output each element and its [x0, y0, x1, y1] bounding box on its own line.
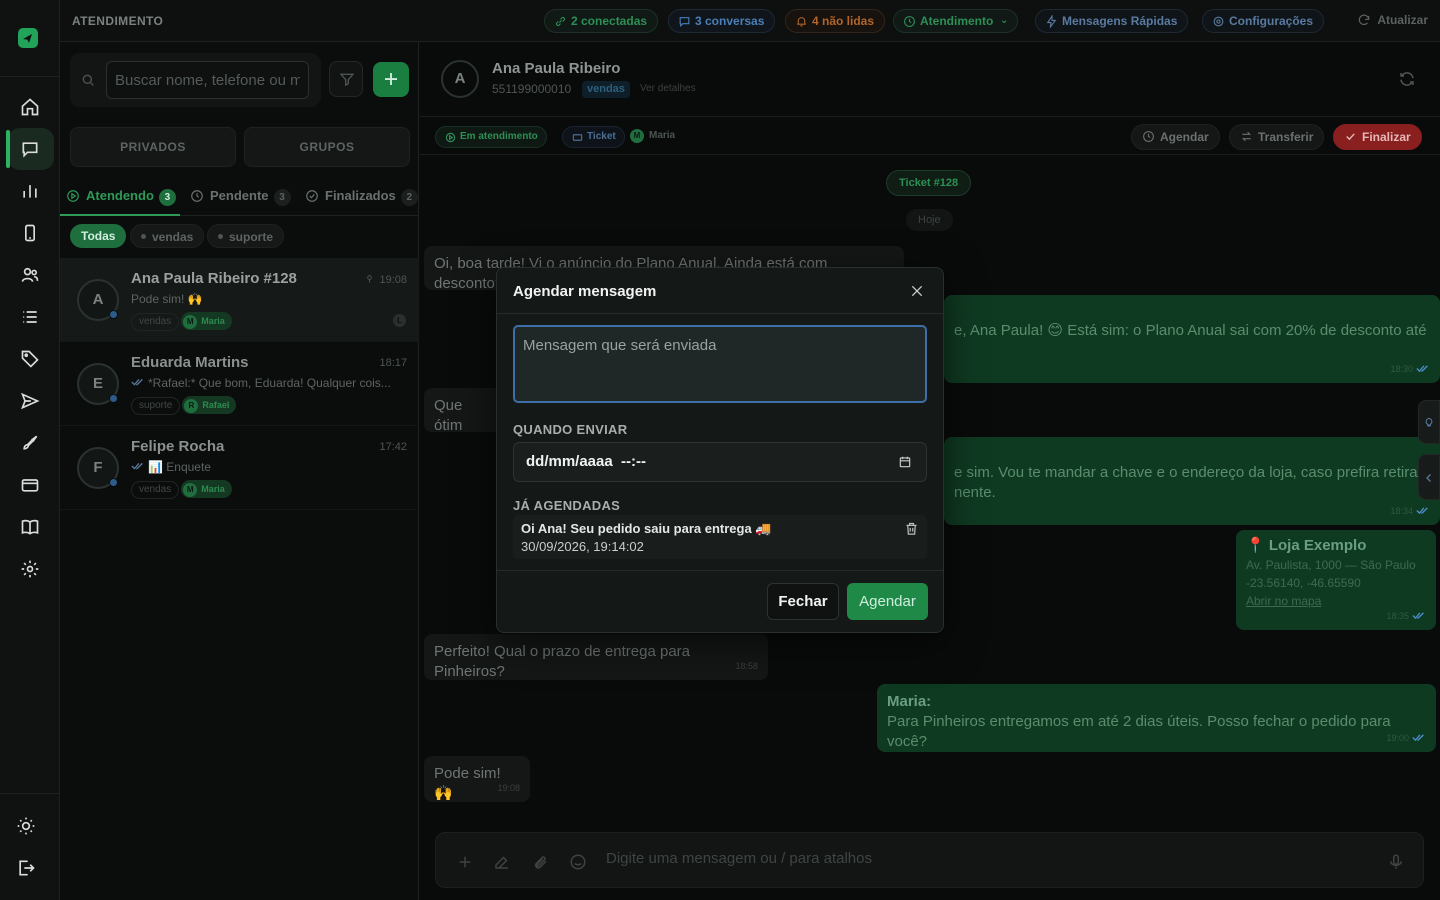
dialog-header: Agendar mensagem: [497, 268, 943, 314]
datetime-value: dd/mm/aaaa --:--: [526, 453, 647, 470]
schedule-confirm-button[interactable]: Agendar: [847, 583, 928, 620]
message-textarea[interactable]: [513, 325, 927, 403]
dialog-title: Agendar mensagem: [513, 283, 657, 300]
scheduled-label: JÁ AGENDADAS: [513, 498, 621, 513]
scheduled-text: Oi Ana! Seu pedido saiu para entrega 🚚: [521, 521, 772, 536]
dialog-footer-divider: [497, 570, 943, 571]
scheduled-item: Oi Ana! Seu pedido saiu para entrega 🚚 3…: [513, 515, 927, 559]
datetime-input[interactable]: dd/mm/aaaa --:--: [513, 442, 927, 482]
when-label: QUANDO ENVIAR: [513, 422, 628, 437]
scheduled-date: 30/09/2026, 19:14:02: [521, 539, 644, 554]
close-button[interactable]: Fechar: [767, 583, 839, 620]
calendar-icon[interactable]: [898, 455, 912, 469]
schedule-message-dialog: Agendar mensagem QUANDO ENVIAR dd/mm/aaa…: [496, 267, 944, 633]
trash-icon[interactable]: [904, 521, 919, 536]
close-icon[interactable]: [909, 283, 925, 299]
